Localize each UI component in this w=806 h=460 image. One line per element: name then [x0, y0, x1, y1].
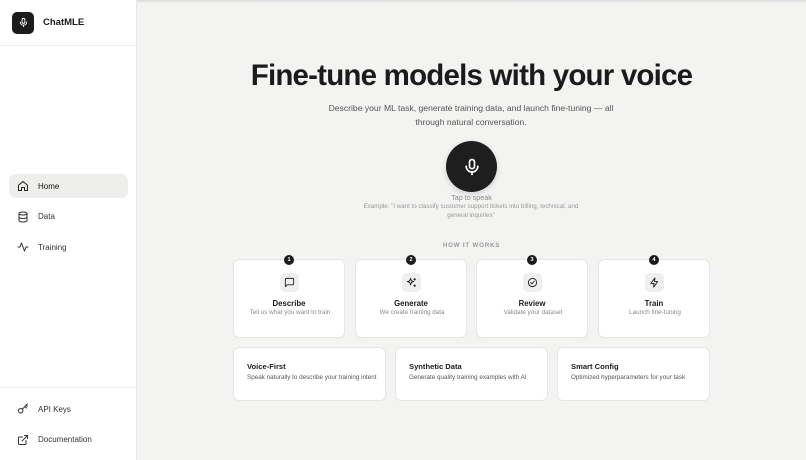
sidebar-item-label: Home — [38, 181, 60, 191]
step-card-train: 4 Train Launch fine-tuning — [598, 255, 710, 338]
feature-card-voice-first: Voice-First Speak naturally to describe … — [233, 347, 386, 401]
step-description: We create training data — [379, 309, 445, 316]
sparkles-icon — [402, 273, 421, 292]
record-button[interactable] — [446, 141, 497, 192]
home-icon — [18, 181, 28, 191]
app-name: ChatMLE — [43, 17, 85, 28]
feature-description: Optimized hyperparameters for your task — [571, 374, 686, 381]
sidebar-item-api-keys[interactable]: API Keys — [9, 397, 127, 421]
step-number: 1 — [284, 255, 294, 265]
step-title: Generate — [394, 299, 428, 308]
sidebar-item-training[interactable]: Training — [9, 235, 128, 259]
feature-title: Synthetic Data — [409, 362, 462, 371]
features-row: Voice-First Speak naturally to describe … — [233, 347, 711, 402]
step-title: Review — [518, 299, 546, 308]
feature-description: Generate quality training examples with … — [409, 374, 527, 381]
database-icon — [18, 211, 28, 222]
main-content: Fine-tune models with your voice Describ… — [137, 0, 806, 460]
step-number: 4 — [649, 255, 659, 265]
steps-row: 1 Describe Tell us what you want to trai… — [233, 255, 711, 339]
section-heading: HOW IT WORKS — [442, 242, 501, 249]
message-square-icon — [280, 273, 299, 292]
zap-icon — [645, 273, 664, 292]
external-link-icon — [18, 434, 28, 445]
sidebar-item-label: Documentation — [38, 435, 92, 444]
step-description: Launch fine-tuning — [629, 309, 681, 316]
page-title: Fine-tune models with your voice — [250, 59, 693, 92]
activity-icon — [17, 242, 29, 252]
sidebar-item-documentation[interactable]: Documentation — [9, 428, 127, 452]
step-card-review: 3 Review Validate your dataset — [476, 255, 588, 338]
sidebar-item-label: Data — [38, 212, 55, 221]
mic-icon — [464, 158, 479, 175]
step-description: Tell us what you want to train — [249, 309, 331, 316]
sidebar-item-home[interactable]: Home — [9, 174, 128, 198]
feature-description: Speak naturally to describe your trainin… — [247, 374, 377, 381]
feature-title: Voice-First — [247, 362, 286, 371]
brand[interactable]: ChatMLE — [0, 0, 136, 46]
feature-card-smart-config: Smart Config Optimized hyperparameters f… — [557, 347, 710, 401]
mic-icon — [12, 11, 34, 34]
step-title: Train — [644, 299, 664, 308]
page-subtitle: Describe your ML task, generate training… — [328, 103, 614, 127]
example-prompt: Example: "I want to classify customer su… — [363, 203, 579, 219]
feature-title: Smart Config — [571, 362, 619, 371]
sidebar-nav: Home Data Training — [9, 174, 128, 266]
step-title: Describe — [272, 299, 306, 308]
feature-card-synthetic-data: Synthetic Data Generate quality training… — [395, 347, 548, 401]
sidebar-footer: API Keys Documentation — [0, 387, 136, 460]
sidebar-item-label: API Keys — [38, 404, 71, 414]
step-number: 3 — [527, 255, 537, 265]
step-description: Validate your dataset — [503, 309, 563, 316]
check-circle-icon — [523, 273, 542, 292]
sidebar-item-label: Training — [38, 242, 67, 252]
key-icon — [18, 403, 28, 414]
step-card-describe: 1 Describe Tell us what you want to trai… — [233, 255, 345, 338]
sidebar-item-data[interactable]: Data — [9, 205, 128, 229]
sidebar: ChatMLE Home Data Training API Keys Docu… — [0, 0, 137, 460]
step-card-generate: 2 Generate We create training data — [355, 255, 467, 338]
tap-to-speak-label: Tap to speak — [451, 193, 492, 202]
step-number: 2 — [406, 255, 416, 265]
